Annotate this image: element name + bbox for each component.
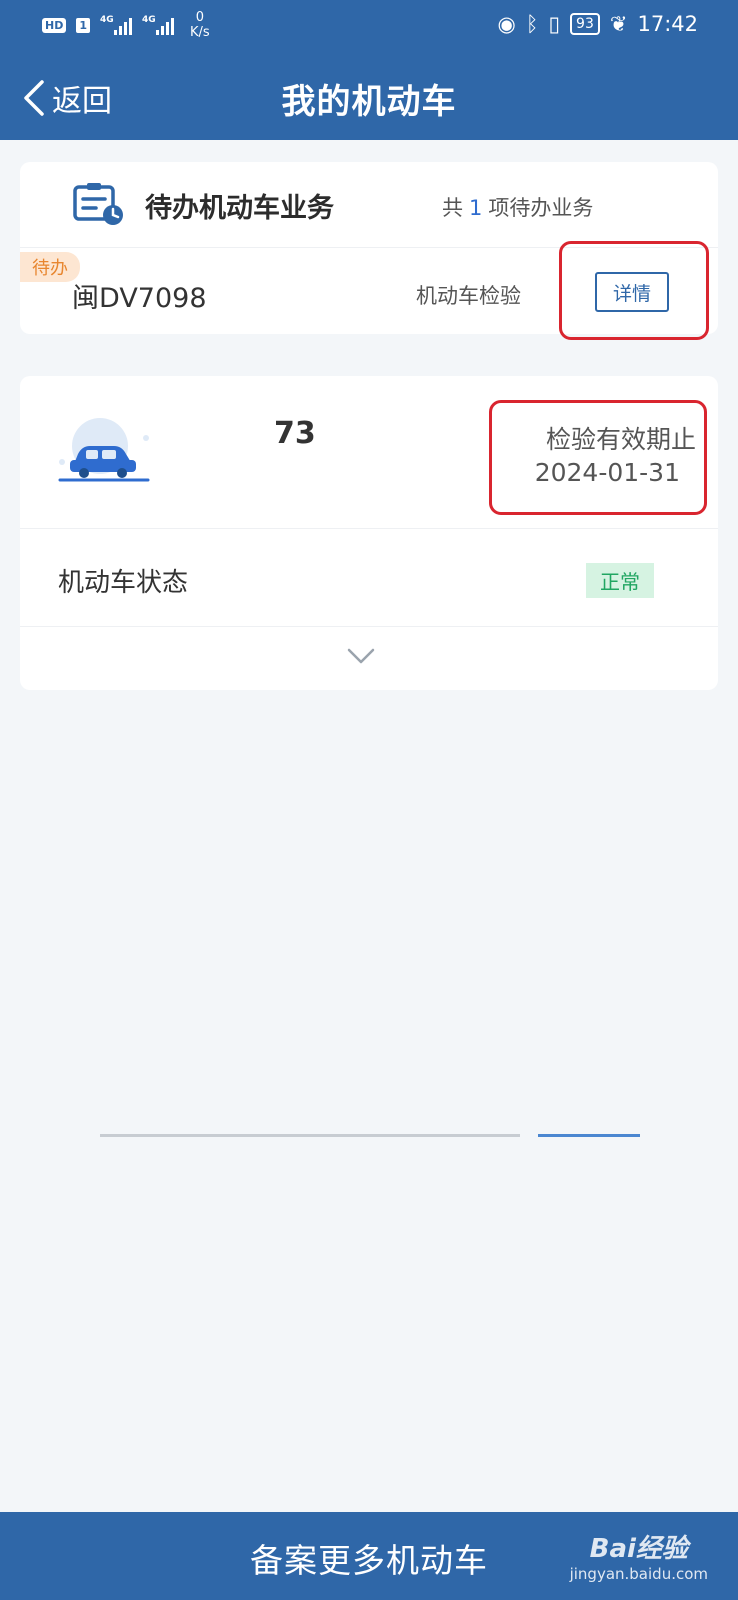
register-more-vehicles-button[interactable]: 备案更多机动车 Bai经验 jingyan.baidu.com — [0, 1512, 738, 1600]
network-type-label: 4G — [100, 15, 114, 25]
vehicle-status-label: 机动车状态 — [58, 568, 189, 598]
pending-tag: 待办 — [20, 252, 80, 282]
annotation-box-valid-date — [489, 400, 707, 515]
pending-card-title: 待办机动车业务 — [145, 193, 334, 224]
battery-icon: 93 — [570, 13, 600, 35]
pending-count-text: 共 1 项待办业务 — [442, 192, 593, 222]
page-title: 我的机动车 — [281, 82, 457, 122]
divider — [20, 626, 718, 627]
divider — [20, 528, 718, 529]
hd-indicator: HD — [42, 17, 67, 33]
status-badge: 正常 — [586, 563, 654, 598]
leaf-icon: ❦ — [609, 12, 628, 36]
bluetooth-icon: ᛒ — [525, 12, 539, 36]
network-type-label-2: 4G — [142, 15, 156, 25]
app-header: 返回 我的机动车 — [0, 52, 738, 140]
status-bar-right: ◉ ᛒ ▯ 93 ❦ 17:42 — [498, 12, 698, 36]
clock: 17:42 — [637, 12, 698, 36]
vibrate-icon: ▯ — [548, 12, 561, 36]
eye-icon: ◉ — [497, 12, 516, 36]
annotation-box-detail — [559, 241, 709, 340]
notice-link[interactable] — [538, 1134, 640, 1137]
notice-text-line — [100, 1128, 640, 1142]
notice-text — [100, 1134, 520, 1137]
network-speed-unit: K/s — [190, 25, 210, 40]
chevron-down-icon[interactable] — [346, 646, 376, 666]
baidu-watermark: Bai经验 jingyan.baidu.com — [570, 1528, 708, 1583]
status-bar-left: HD 1 4G 4G 0 K/s — [42, 10, 210, 40]
car-icon — [58, 418, 150, 482]
signal-icon-2: 4G — [142, 15, 174, 35]
pending-count: 1 — [469, 196, 483, 220]
count-suffix: 项待办业务 — [488, 196, 594, 220]
business-type: 机动车检验 — [416, 284, 521, 308]
task-list-icon — [73, 183, 123, 225]
sim-indicator: 1 — [76, 17, 90, 33]
pending-plate-number: 闽DV7098 — [72, 283, 207, 314]
network-speed-value: 0 — [195, 10, 204, 25]
watermark-logo: Bai经验 — [589, 1534, 688, 1564]
network-speed: 0 K/s — [190, 10, 210, 40]
vehicle-plate-number: 73 — [274, 416, 316, 451]
watermark-url: jingyan.baidu.com — [569, 1565, 708, 1583]
signal-icon: 4G — [100, 15, 132, 35]
status-bar: HD 1 4G 4G 0 K/s ◉ ᛒ ▯ 93 ❦ 17:42 — [0, 0, 738, 52]
count-prefix: 共 — [442, 196, 463, 220]
pending-card-header: 待办机动车业务 共 1 项待办业务 — [20, 162, 718, 248]
